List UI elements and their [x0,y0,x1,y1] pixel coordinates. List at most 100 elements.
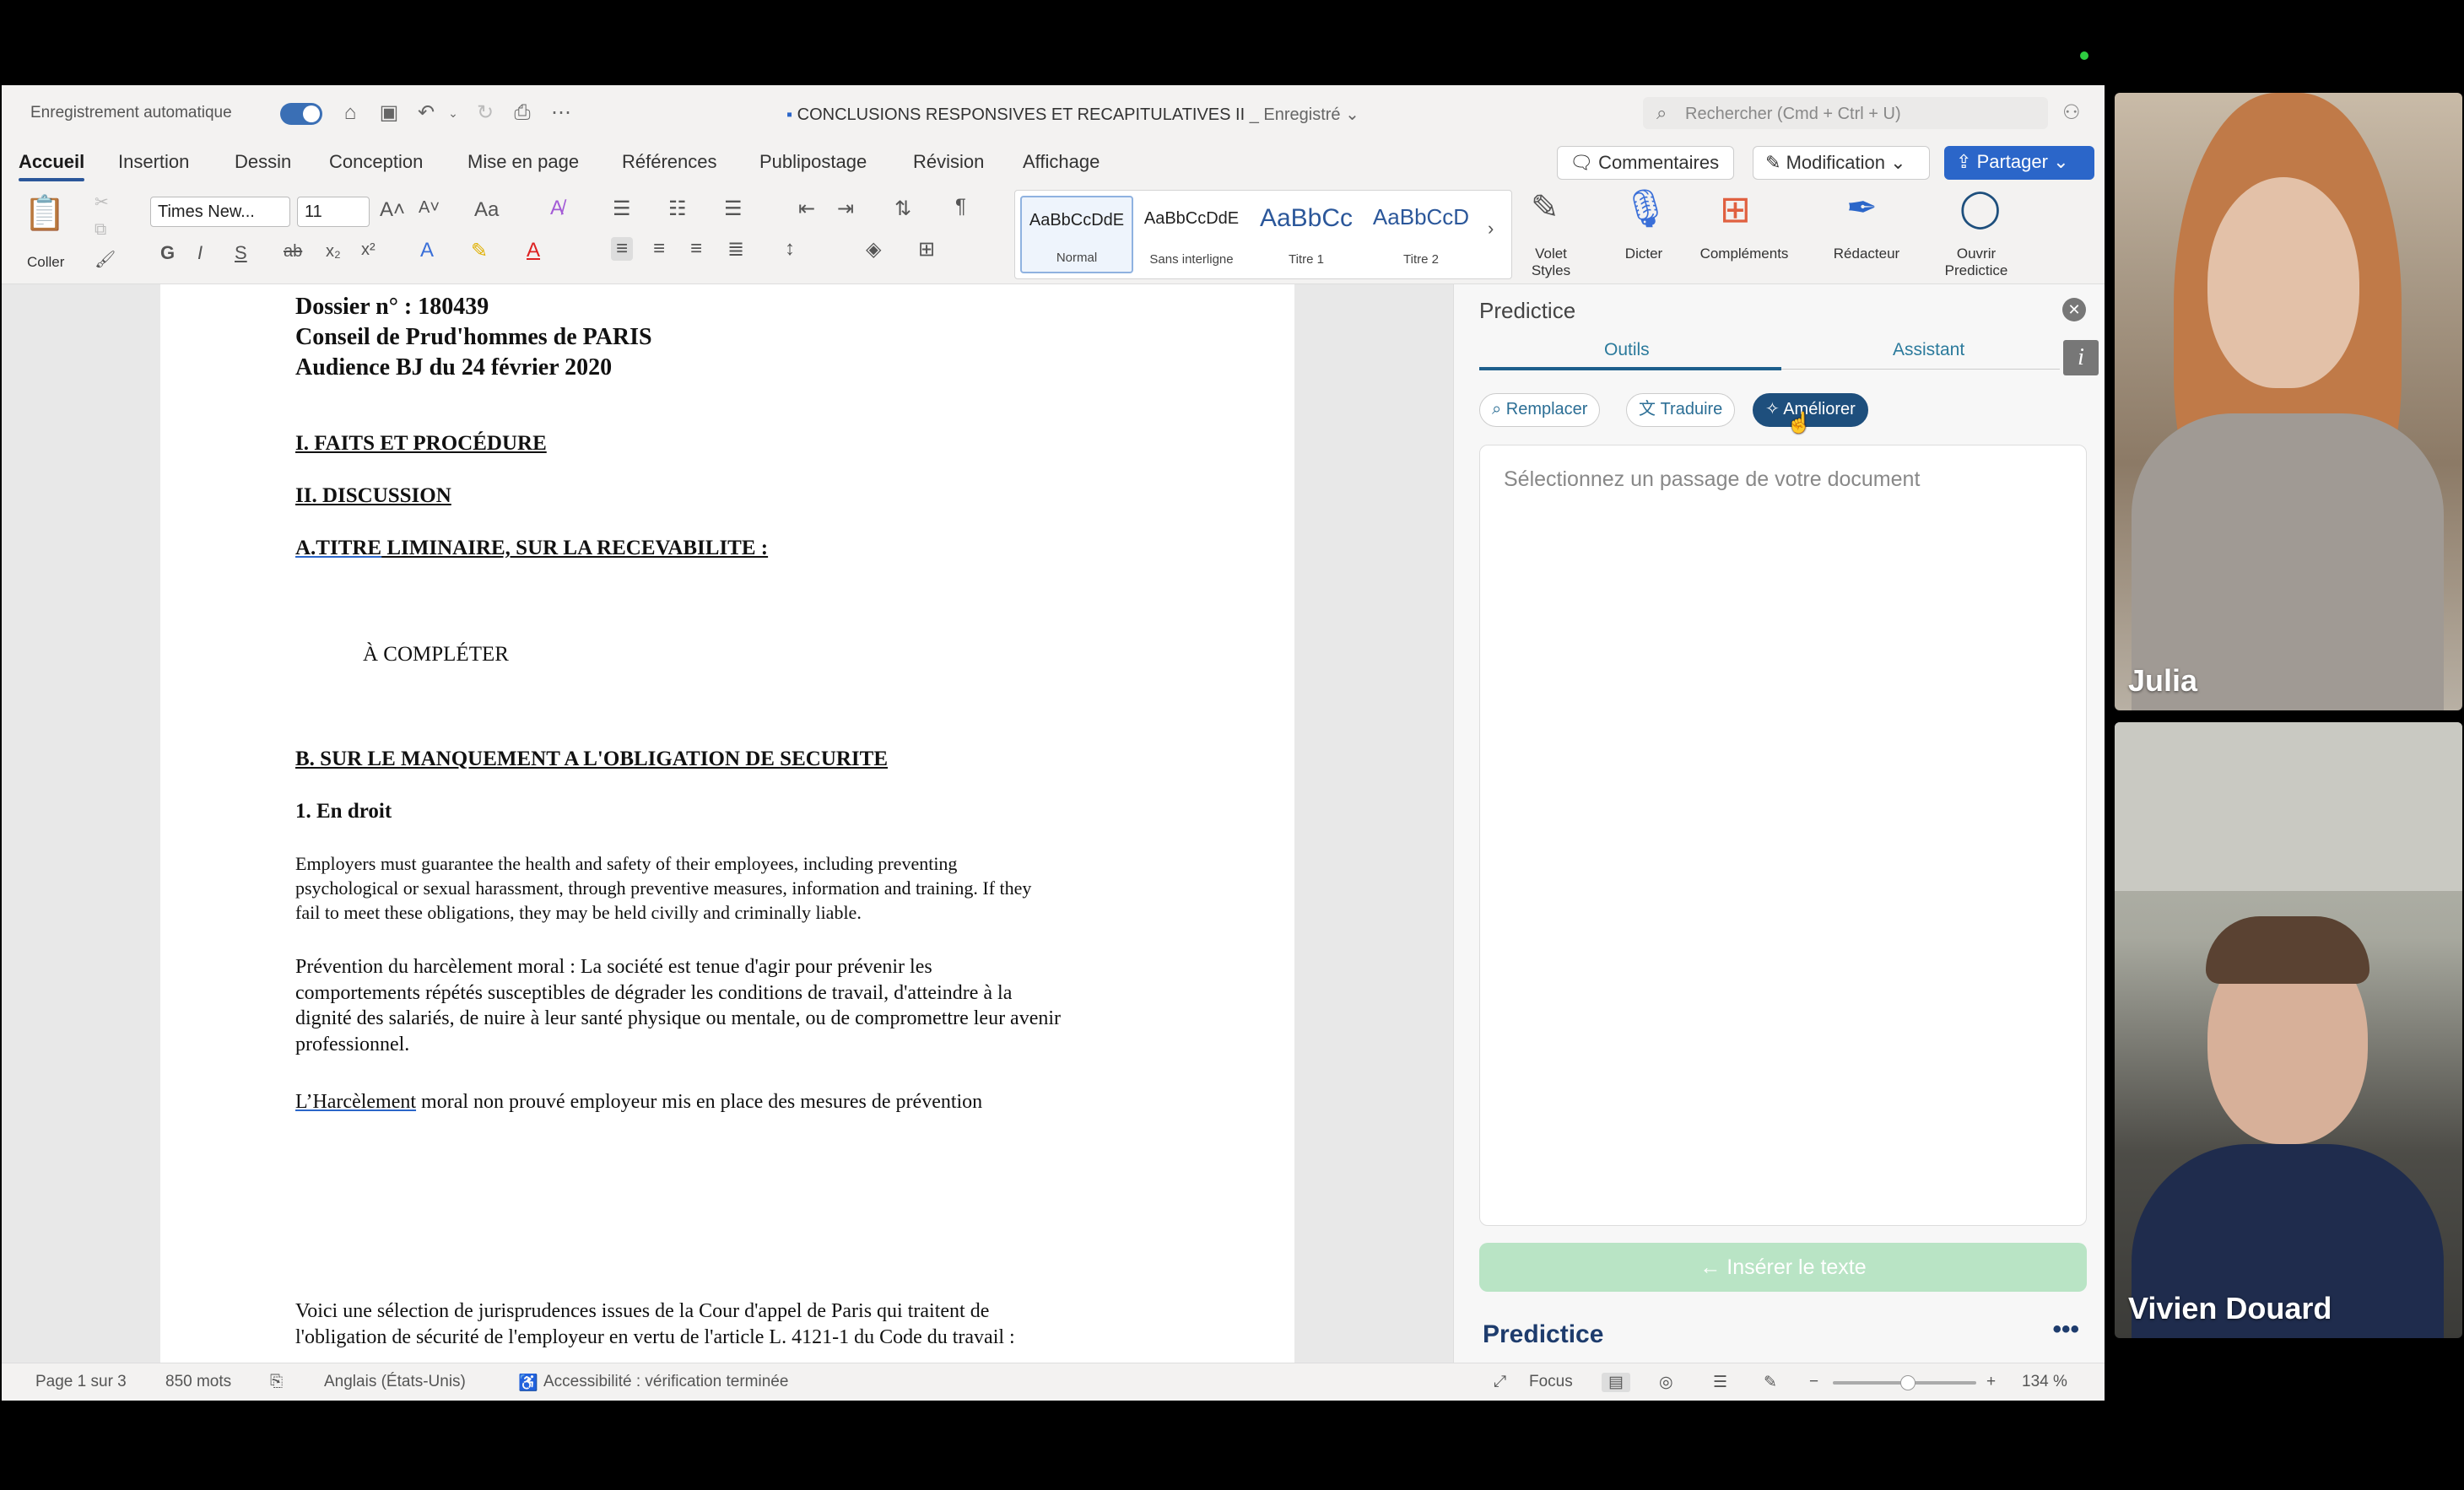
pilcrow-icon[interactable]: ¶ [955,195,966,219]
multilevel-list-icon[interactable]: ☰ [724,197,743,221]
autosave-toggle[interactable] [280,103,322,125]
tab-revision[interactable]: Révision [913,151,984,173]
editor-icon[interactable]: ✒ [1846,186,1878,229]
outline-icon[interactable]: ☰ [1713,1373,1727,1392]
styles-pane-label[interactable]: Volet Styles [1517,246,1585,279]
video-tile-julia: Julia [2115,93,2462,710]
replace-button[interactable]: ⌕ Remplacer [1479,393,1601,427]
change-case-icon[interactable]: Aa [474,198,499,222]
microphone-icon[interactable]: 🎙 [1622,186,1669,230]
styles-pane-icon[interactable]: ✎ [1531,188,1559,227]
editor-label[interactable]: Rédacteur [1824,246,1909,262]
chevron-right-icon[interactable]: › [1488,218,1494,240]
subscript-icon[interactable]: x₂ [326,242,341,262]
tab-mise-en-page[interactable]: Mise en page [467,151,579,173]
draft-icon[interactable]: ✎ [1764,1373,1777,1392]
zoom-slider-thumb[interactable] [1900,1375,1916,1390]
account-icon[interactable]: ⚇ [2062,100,2081,125]
grow-font-icon[interactable]: A˄ [380,198,405,222]
print-layout-icon[interactable]: ▤ [1602,1373,1630,1392]
more-icon[interactable]: ⋯ [548,100,574,126]
page-count[interactable]: Page 1 sur 3 [35,1373,127,1391]
info-button[interactable]: i [2063,340,2099,375]
close-icon[interactable]: ✕ [2062,298,2086,321]
redo-icon[interactable]: ↻ [473,100,498,126]
text-effects-icon[interactable]: A [420,239,434,262]
focus-button[interactable]: Focus [1529,1373,1573,1391]
font-name-select[interactable]: Times New... [150,197,290,227]
format-painter-icon[interactable]: 🖌 [95,249,116,270]
line-spacing-icon[interactable]: ↕ [785,237,795,261]
zoom-in-icon[interactable]: + [1986,1373,1996,1391]
save-icon[interactable]: ▣ [376,100,402,126]
clear-formatting-icon[interactable]: A̸ [550,197,564,220]
dictate-label[interactable]: Dicter [1610,246,1678,262]
borders-icon[interactable]: ⊞ [918,237,935,262]
home-icon[interactable]: ⌂ [338,100,363,126]
undo-icon[interactable]: ↶ [413,100,439,126]
heading-en-droit: 1. En droit [295,800,392,823]
zoom-out-icon[interactable]: − [1809,1373,1818,1391]
increase-indent-icon[interactable]: ⇥ [837,197,854,221]
predictice-logo-icon[interactable]: ◯ [1959,186,2001,229]
align-center-icon[interactable]: ≡ [653,237,665,261]
print-icon[interactable]: ⎙ [510,100,535,126]
web-layout-icon[interactable]: ◎ [1659,1373,1673,1392]
tab-conception[interactable]: Conception [329,151,423,173]
decrease-indent-icon[interactable]: ⇤ [798,197,815,221]
numbering-icon[interactable]: ☷ [668,197,687,221]
comment-icon: 🗨 [1570,152,1593,173]
more-options-icon[interactable]: ••• [2052,1315,2079,1344]
underline-button[interactable]: S [235,242,247,264]
tab-insertion[interactable]: Insertion [118,151,189,173]
cut-icon[interactable]: ✂ [95,192,109,213]
style-titre-2[interactable]: AaBbCcD Titre 2 [1364,196,1478,273]
shading-icon[interactable]: ◈ [866,237,881,262]
paste-icon[interactable]: 📋 [24,193,66,233]
superscript-icon[interactable]: x² [361,240,376,260]
zoom-slider[interactable] [1833,1375,1976,1390]
tab-affichage[interactable]: Affichage [1023,151,1100,173]
tab-dessin[interactable]: Dessin [235,151,291,173]
bold-button[interactable]: G [160,242,175,264]
undo-dropdown-icon[interactable]: ⌄ [440,100,466,126]
style-sans-interligne[interactable]: AaBbCcDdE Sans interligne [1135,196,1248,273]
accessibility-status[interactable]: Accessibilité : vérification terminée [543,1373,788,1391]
proofing-icon[interactable]: ⎘ [270,1373,283,1391]
italic-button[interactable]: I [197,242,203,264]
tab-references[interactable]: Références [622,151,717,173]
highlight-icon[interactable]: ✎ [471,239,488,263]
comments-button[interactable]: 🗨 Commentaires [1557,146,1734,180]
insert-text-button[interactable]: ← Insérer le texte [1479,1243,2087,1292]
font-color-icon[interactable]: A [527,239,540,262]
addins-label[interactable]: Compléments [1689,246,1799,262]
justify-icon[interactable]: ≣ [727,237,744,262]
addins-icon[interactable]: ⊞ [1720,188,1751,231]
translate-button[interactable]: 文 Traduire [1626,393,1736,427]
tab-publipostage[interactable]: Publipostage [759,151,867,173]
open-predictice-label[interactable]: Ouvrir Predictice [1934,246,2018,279]
style-normal[interactable]: AaBbCcDdE Normal [1020,196,1133,273]
strikethrough-icon[interactable]: ab [284,242,302,262]
modification-button[interactable]: ✎ Modification ⌄ [1753,146,1930,180]
search-input[interactable]: ⌕ Rechercher (Cmd + Ctrl + U) [1643,97,2048,129]
tab-accueil[interactable]: Accueil [19,151,85,181]
document-page[interactable]: Dossier n° : 180439 Conseil de Prud'homm… [160,284,1294,1363]
shrink-font-icon[interactable]: A˅ [419,198,440,218]
language-status[interactable]: Anglais (États-Unis) [324,1373,466,1391]
align-right-icon[interactable]: ≡ [690,237,702,261]
word-count[interactable]: 850 mots [165,1373,231,1391]
save-status[interactable]: _ Enregistré ⌄ [1250,105,1359,124]
word-doc-icon: ▪ [786,105,793,124]
align-left-icon[interactable]: ≡ [611,237,634,261]
copy-icon[interactable]: ⧉ [95,220,106,240]
tab-assistant[interactable]: Assistant [1893,340,1964,360]
style-titre-1[interactable]: AaBbCc Titre 1 [1250,196,1363,273]
tab-outils[interactable]: Outils [1604,340,1650,360]
sort-icon[interactable]: ⇅ [894,197,911,221]
font-size-select[interactable]: 11 [297,197,370,227]
bullets-icon[interactable]: ☰ [613,197,631,221]
zoom-level[interactable]: 134 % [2022,1373,2067,1391]
selection-textarea[interactable]: Sélectionnez un passage de votre documen… [1479,445,2087,1226]
share-button[interactable]: ⇪ Partager ⌄ [1944,146,2094,180]
